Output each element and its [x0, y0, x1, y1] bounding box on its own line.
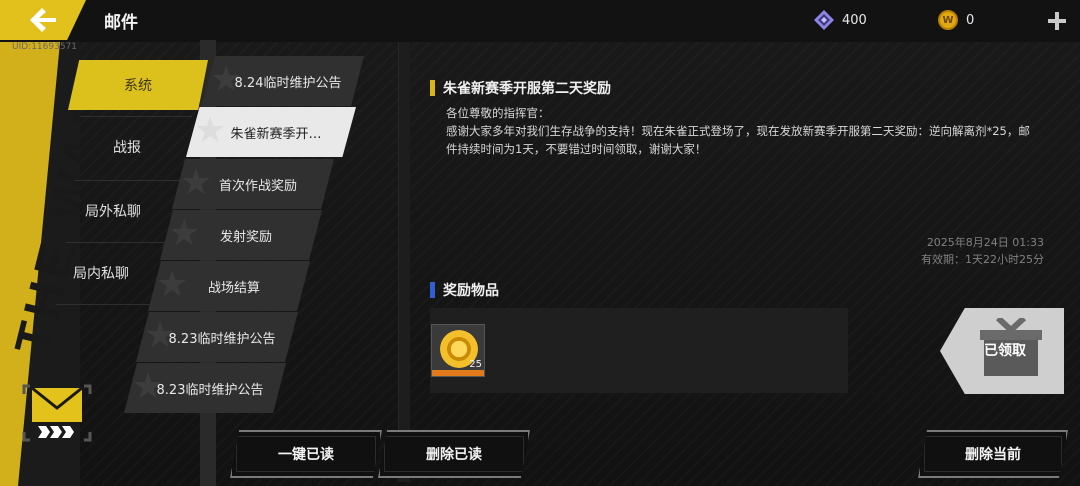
- category-label: 战报: [113, 140, 141, 156]
- gold-coin-icon: W: [938, 10, 958, 30]
- mail-title: 首次作战奖励: [218, 178, 297, 194]
- mail-date: 2025年8月24日 01:33: [926, 236, 1044, 249]
- gold-counter: W 0: [938, 10, 974, 30]
- category-system[interactable]: 系统: [68, 60, 208, 110]
- mail-title: 8.24临时维护公告: [234, 75, 342, 91]
- mail-validity: 有效期：1天22小时25分: [921, 253, 1044, 266]
- read-all-label: 一键已读: [278, 447, 334, 463]
- mail-subject-text: 朱雀新赛季开服第二天奖励: [443, 81, 611, 97]
- delete-read-label: 删除已读: [426, 447, 482, 463]
- mail-title: 8.23临时维护公告: [168, 331, 276, 347]
- gem-amount: 400: [842, 12, 867, 28]
- mail-item[interactable]: ★ 8.23临时维护公告: [136, 312, 298, 362]
- mail-item[interactable]: ★ 8.23临时维护公告: [124, 363, 286, 413]
- claimed-label: 已领取: [984, 343, 1026, 359]
- mail-title: 发射奖励: [219, 229, 272, 245]
- reward-item[interactable]: 25: [431, 324, 485, 377]
- back-arrow-icon: [30, 8, 56, 32]
- star-icon: ★: [156, 264, 189, 305]
- category-inner-chat[interactable]: 局内私聊: [42, 248, 160, 298]
- category-label: 局外私聊: [85, 204, 141, 220]
- star-icon: ★: [180, 162, 213, 203]
- delete-current-button[interactable]: 删除当前: [918, 430, 1068, 478]
- divider: [74, 180, 186, 181]
- star-icon: ★: [168, 213, 201, 254]
- item-count: 25: [469, 359, 482, 370]
- mail-content: 感谢大家多年对我们生存战争的支持！现在朱雀正式登场了，现在发放新赛季开服第二天奖…: [446, 124, 1030, 156]
- category-label: 局内私聊: [73, 266, 129, 282]
- mail-greeting: 各位尊敬的指挥官：: [446, 106, 550, 120]
- mail-item[interactable]: ★ 发射奖励: [160, 210, 322, 260]
- add-currency-button[interactable]: [1046, 10, 1068, 32]
- read-all-button[interactable]: 一键已读: [230, 430, 382, 478]
- mail-item-selected[interactable]: ★ 朱雀新赛季开…: [186, 107, 356, 157]
- reward-panel: [430, 308, 848, 393]
- mail-item[interactable]: ★ 战场结算: [148, 261, 310, 311]
- divider: [80, 116, 192, 117]
- panel-divider: [398, 42, 410, 482]
- delete-current-label: 删除当前: [965, 447, 1021, 463]
- mail-title: 战场结算: [207, 280, 260, 296]
- gem-counter: 400: [814, 10, 867, 30]
- category-outer-chat[interactable]: 局外私聊: [54, 186, 172, 236]
- divider: [66, 242, 176, 243]
- page-title: 邮件: [104, 13, 138, 33]
- divider: [56, 304, 164, 305]
- delete-read-button[interactable]: 删除已读: [378, 430, 530, 478]
- mail-icon[interactable]: [22, 384, 92, 442]
- category-label: 系统: [124, 78, 152, 94]
- item-rarity-bar: [432, 370, 484, 376]
- top-bar: 邮件 400 W 0: [0, 0, 1080, 42]
- user-id: UID:11693571: [12, 42, 78, 52]
- category-battle-report[interactable]: 战报: [68, 122, 186, 172]
- mail-subject: 朱雀新赛季开服第二天奖励: [430, 78, 611, 98]
- mail-title: 8.23临时维护公告: [156, 382, 264, 398]
- rewards-title: 奖励物品: [443, 283, 499, 299]
- back-button[interactable]: [0, 0, 86, 40]
- mail-body: 各位尊敬的指挥官： 感谢大家多年对我们生存战争的支持！现在朱雀正式登场了，现在发…: [446, 104, 1036, 158]
- rewards-marker: [430, 282, 435, 298]
- mail-title: 朱雀新赛季开…: [230, 126, 322, 142]
- mail-item[interactable]: ★ 首次作战奖励: [172, 159, 334, 209]
- mail-item[interactable]: ★ 8.24临时维护公告: [202, 56, 364, 106]
- gem-icon: [814, 10, 834, 30]
- rewards-header: 奖励物品: [430, 280, 499, 300]
- gold-amount: 0: [966, 12, 975, 28]
- subject-marker: [430, 80, 435, 96]
